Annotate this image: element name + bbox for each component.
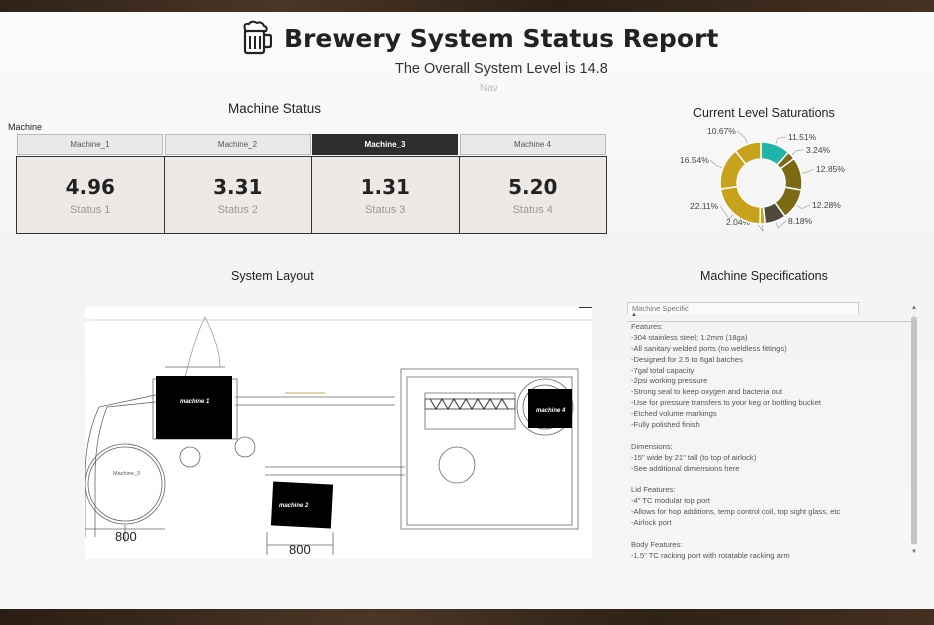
status-value: 4.96 [65, 174, 115, 199]
machine-3-label: Machine_3 [113, 471, 140, 477]
status-label: Status 4 [512, 203, 553, 216]
status-cards: 4.96 Status 1 3.31 Status 2 1.31 Status … [16, 156, 607, 234]
donut-leader-line [736, 130, 748, 144]
tab-machine-1[interactable]: Machine_1 [17, 134, 163, 155]
machine-1-label: machine 1 [180, 399, 210, 405]
specs-panel: Machine Specific ▲ Features: -304 stainle… [627, 302, 919, 564]
spec-line [631, 474, 911, 485]
spec-line: -Etched volume markings [631, 409, 717, 419]
wood-border-bottom [0, 609, 934, 625]
specs-scrollbar[interactable]: ▲ ▼ [910, 305, 918, 559]
spec-line: -1.5" TC racking port with rotatable rac… [631, 550, 790, 560]
spec-line: -Fully polished finish [631, 420, 700, 430]
nav-ghost-text: Nav [480, 83, 498, 91]
saturation-heading: Current Level Saturations [693, 106, 835, 120]
donut-leader-line [801, 168, 815, 174]
report-canvas: Brewery System Status Report The Overall… [0, 12, 934, 609]
saturation-donut-chart: 11.51% 3.24% 12.85% 12.28% 8.18% 2.04% 22.11% 1… [660, 126, 860, 248]
donut-leader-line [709, 159, 723, 168]
status-card-2: 3.31 Status 2 [164, 157, 312, 233]
scroll-up-icon[interactable]: ▲ [910, 305, 918, 311]
spec-line: -4" TC modular top port [631, 496, 710, 506]
specs-heading: Machine Specifications [700, 269, 828, 283]
donut-leader-line [796, 204, 811, 209]
spec-line: -Strong seal to keep oxygen and bacteria… [631, 387, 783, 397]
tab-machine-4[interactable]: Machine 4 [459, 134, 606, 155]
machine-filter-label: Machine [8, 122, 43, 132]
spec-line: -See additional dimensions here [631, 463, 740, 473]
spec-line: -2psi working pressure [631, 376, 708, 386]
status-value: 5.20 [508, 174, 558, 199]
page-title: Brewery System Status Report [284, 23, 719, 53]
system-layout-diagram: machine 1 machine 2 machine 4 Machine_3 … [85, 307, 592, 559]
spec-line: Dimensions: [631, 441, 673, 451]
status-label: Status 3 [365, 203, 406, 216]
status-label: Status 1 [70, 203, 111, 216]
specs-field-header: Machine Specific [627, 302, 859, 314]
specs-text: Features: -304 stainless steel; 1.2mm (18… [627, 321, 911, 560]
status-card-4: 5.20 Status 4 [459, 157, 606, 233]
spec-line: Body Features: [631, 539, 683, 549]
machine-1-block [156, 376, 232, 439]
spec-line: Lid Features: [631, 485, 676, 495]
spec-line [631, 529, 911, 540]
spec-line: -Use for pressure transfers to your keg … [631, 398, 821, 408]
donut-label: 12.28% [812, 200, 841, 210]
spec-line: -304 stainless steel; 1.2mm (18ga) [631, 332, 748, 342]
spec-line [631, 431, 911, 442]
spec-line: -Designed for 2.5 to 6gal batches [631, 354, 743, 364]
status-label: Status 2 [217, 203, 258, 216]
donut-leader-line [775, 220, 787, 229]
machine-status-heading: Machine Status [228, 101, 322, 116]
spec-line: -7gal total capacity [631, 365, 695, 375]
spec-line: -15" wide by 21" tall (to top of airlock… [631, 452, 757, 462]
title-row: Brewery System Status Report [240, 18, 718, 58]
beer-mug-icon [243, 20, 272, 55]
donut-label: 8.18% [788, 216, 813, 226]
donut-label: 3.24% [806, 145, 831, 155]
overall-level-text: The Overall System Level is 14.8 [395, 61, 608, 77]
status-card-3: 1.31 Status 3 [312, 157, 460, 233]
system-layout-heading: System Layout [231, 269, 314, 283]
status-card-1: 4.96 Status 1 [17, 157, 165, 233]
specs-collapse-icon[interactable]: ▲ [631, 312, 637, 318]
donut-label: 16.54% [680, 155, 709, 165]
status-value: 3.31 [213, 174, 263, 199]
donut-label: 11.51% [788, 132, 817, 142]
tab-machine-2[interactable]: Machine_2 [164, 134, 311, 155]
donut-leader-line [775, 136, 787, 144]
machine-tabs: Machine_1 Machine_2 Machine_3 Machine 4 [17, 134, 607, 155]
spec-line: -Allows for hop additions, temp control … [631, 507, 841, 517]
machine-2-label: machine 2 [279, 503, 309, 509]
tab-machine-3[interactable]: Machine_3 [312, 134, 458, 155]
machine-4-label: machine 4 [536, 408, 566, 414]
scroll-thumb[interactable] [911, 317, 917, 544]
donut-label: 10.67% [707, 128, 736, 136]
spec-line: Features: [631, 322, 664, 331]
wood-border-top [0, 0, 934, 12]
donut-leader-line [791, 149, 805, 155]
donut-label: 22.11% [690, 201, 719, 211]
status-value: 1.31 [360, 174, 410, 199]
donut-label: 12.85% [816, 164, 845, 174]
dimension-label-1: 800 [115, 529, 137, 544]
spec-line: -All sanitary welded ports (no weldless … [631, 343, 787, 353]
layout-drawing: machine 1 machine 2 machine 4 Machine_3 … [85, 307, 592, 557]
spec-line: -Airlock port [631, 518, 672, 528]
scroll-down-icon[interactable]: ▼ [910, 549, 918, 555]
donut-svg: 11.51%3.24%12.85%12.28%8.18%2.04%22.11%1… [680, 126, 845, 232]
dimension-label-2: 800 [289, 542, 311, 557]
